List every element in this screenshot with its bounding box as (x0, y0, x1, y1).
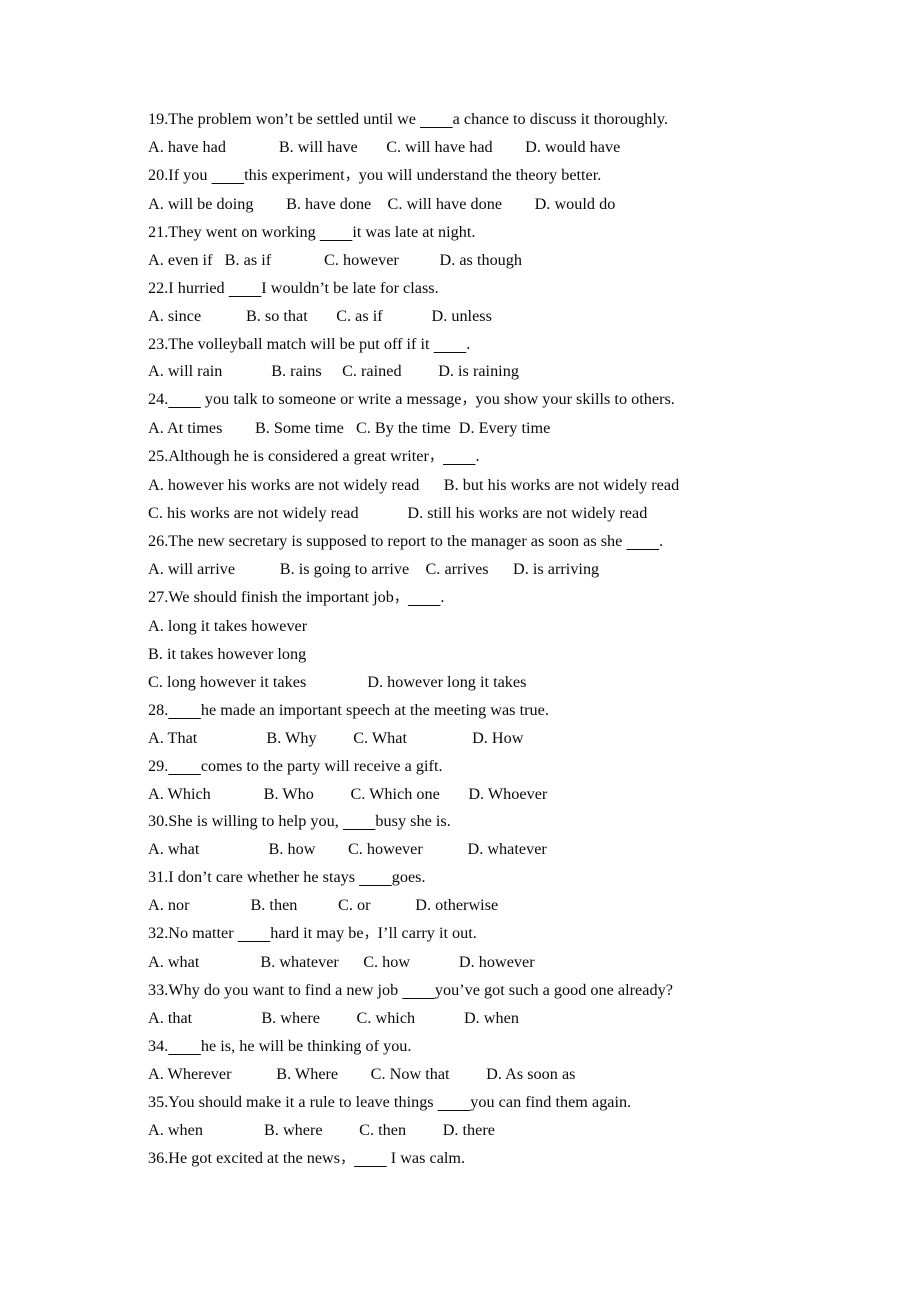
answer-options: A. Which B. Who C. Which one D. Whoever (148, 784, 548, 803)
question-stem: 21.They went on working it was late at n… (148, 222, 476, 241)
question-stem: 24. you talk to someone or write a messa… (148, 390, 675, 409)
document-page: 19.The problem won’t be settled until we… (0, 0, 920, 1302)
question-stem: 23.The volleyball match will be put off … (148, 334, 471, 353)
answer-blank (402, 981, 435, 999)
answer-blank (168, 757, 201, 775)
answer-blank (434, 335, 467, 353)
question-list: 19.The problem won’t be settled until we… (148, 106, 888, 1174)
fullwidth-comma: ， (461, 392, 476, 409)
answer-blank (626, 532, 659, 550)
answer-blank (443, 447, 476, 465)
question-stem: 35.You should make it a rule to leave th… (148, 1092, 632, 1111)
fullwidth-comma: ， (340, 1150, 355, 1167)
answer-blank (359, 868, 392, 886)
answer-options: A. have had B. will have C. will have ha… (148, 137, 621, 156)
answer-options: A. will arrive B. is going to arrive C. … (148, 560, 600, 578)
question-stem: 31.I don’t care whether he stays goes. (148, 868, 426, 887)
answer-blank (238, 924, 271, 942)
question-stem: 28. he made an important speech at the m… (148, 700, 549, 719)
answer-blank (212, 166, 245, 184)
question-stem: 25.Although he is considered a great wri… (148, 447, 480, 466)
answer-options: A. will rain B. rains C. rained D. is ra… (148, 362, 519, 381)
answer-options: A. when B. where C. then D. there (148, 1120, 495, 1139)
question-stem: 32.No matter hard it may be，I’ll carry i… (148, 924, 477, 943)
answer-blank (420, 110, 453, 128)
question-stem: 30.She is willing to help you, busy she … (148, 812, 451, 831)
fullwidth-comma: ， (393, 589, 408, 606)
answer-options: A. At times B. Some time C. By the time … (148, 419, 551, 438)
question-stem: 29. comes to the party will receive a gi… (148, 756, 443, 775)
answer-blank (354, 1149, 387, 1167)
answer-blank (438, 1093, 471, 1111)
answer-options: A. That B. Why C. What D. How (148, 728, 524, 747)
answer-blank (168, 701, 201, 719)
answer-blank (343, 812, 376, 830)
answer-blank (168, 390, 201, 408)
question-stem: 27.We should finish the important job， . (148, 587, 445, 606)
answer-options: A. nor B. then C. or D. otherwise (148, 896, 499, 915)
question-stem: 22.I hurried I wouldn’t be late for clas… (148, 278, 439, 297)
answer-options: B. it takes however long (148, 644, 307, 663)
answer-options: C. his works are not widely read D. stil… (148, 504, 648, 523)
fullwidth-comma: ， (363, 926, 378, 943)
question-stem: 20.If you this experiment，you will under… (148, 165, 602, 184)
answer-options: A. long it takes however (148, 616, 308, 635)
answer-options: A. Wherever B. Where C. Now that D. As s… (148, 1064, 576, 1083)
answer-options: A. since B. so that C. as if D. unless (148, 306, 492, 325)
answer-options: A. what B. whatever C. how D. however (148, 953, 535, 972)
fullwidth-comma: ， (428, 449, 443, 466)
answer-options: C. long however it takes D. however long… (148, 672, 527, 691)
question-stem: 34. he is, he will be thinking of you. (148, 1036, 412, 1055)
answer-blank (229, 279, 262, 297)
answer-options: A. that B. where C. which D. when (148, 1009, 519, 1027)
question-stem: 36.He got excited at the news， I was cal… (148, 1148, 466, 1167)
answer-options: A. will be doing B. have done C. will ha… (148, 194, 616, 213)
question-stem: 26.The new secretary is supposed to repo… (148, 532, 664, 551)
answer-options: A. however his works are not widely read… (148, 476, 680, 495)
answer-blank (408, 588, 441, 606)
answer-blank (168, 1037, 201, 1055)
question-stem: 33.Why do you want to find a new job you… (148, 981, 673, 1000)
question-stem: 19.The problem won’t be settled until we… (148, 110, 669, 128)
answer-options: A. even if B. as if C. however D. as tho… (148, 250, 523, 269)
answer-options: A. what B. how C. however D. whatever (148, 840, 547, 859)
fullwidth-comma: ， (344, 167, 359, 184)
answer-blank (320, 223, 353, 241)
